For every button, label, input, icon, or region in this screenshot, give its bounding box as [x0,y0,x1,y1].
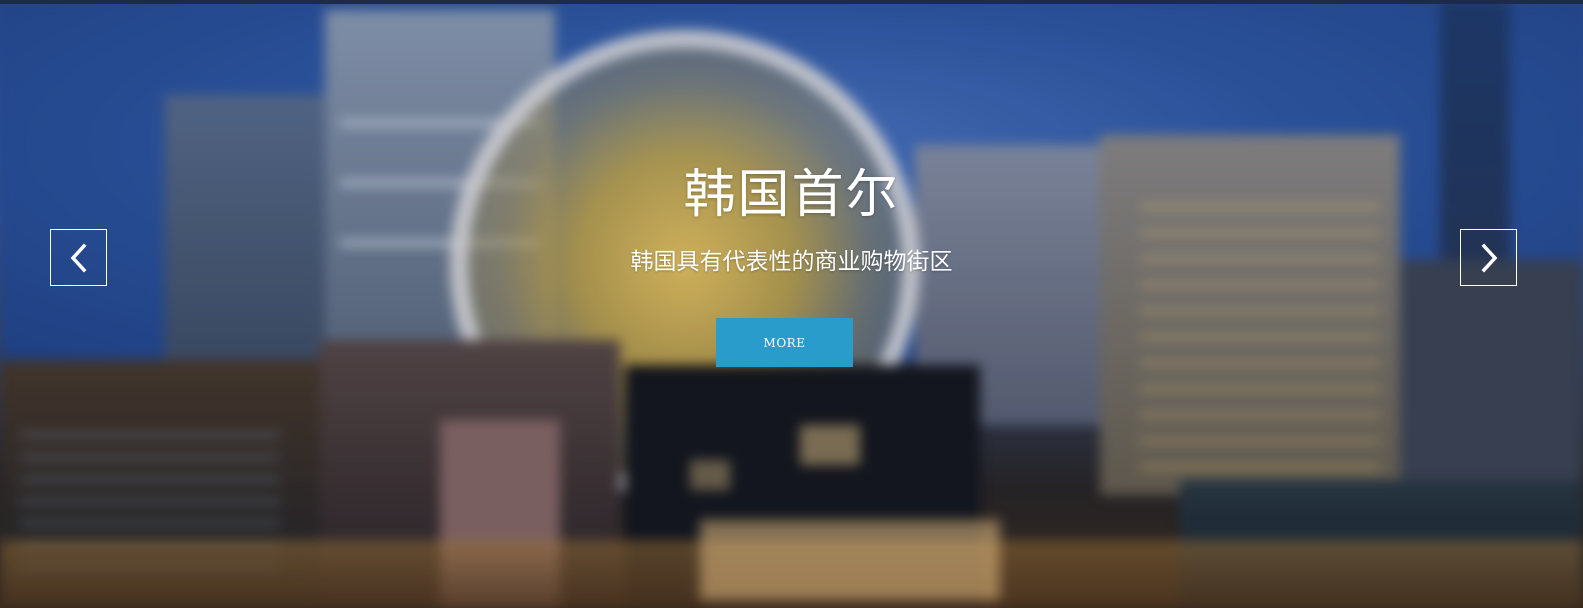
slide-subtitle: 韩国具有代表性的商业购物街区 [630,249,953,275]
slide-title: 韩国首尔 [683,165,900,225]
chevron-right-icon [1478,243,1500,273]
more-button[interactable]: MORE [716,318,853,367]
hero-slider: 韩国首尔 韩国具有代表性的商业购物街区 MORE [0,0,1583,608]
slide-caption: 韩国首尔 韩国具有代表性的商业购物街区 MORE [0,0,1583,608]
next-slide-button[interactable] [1460,229,1517,286]
prev-slide-button[interactable] [50,229,107,286]
chevron-left-icon [68,243,90,273]
